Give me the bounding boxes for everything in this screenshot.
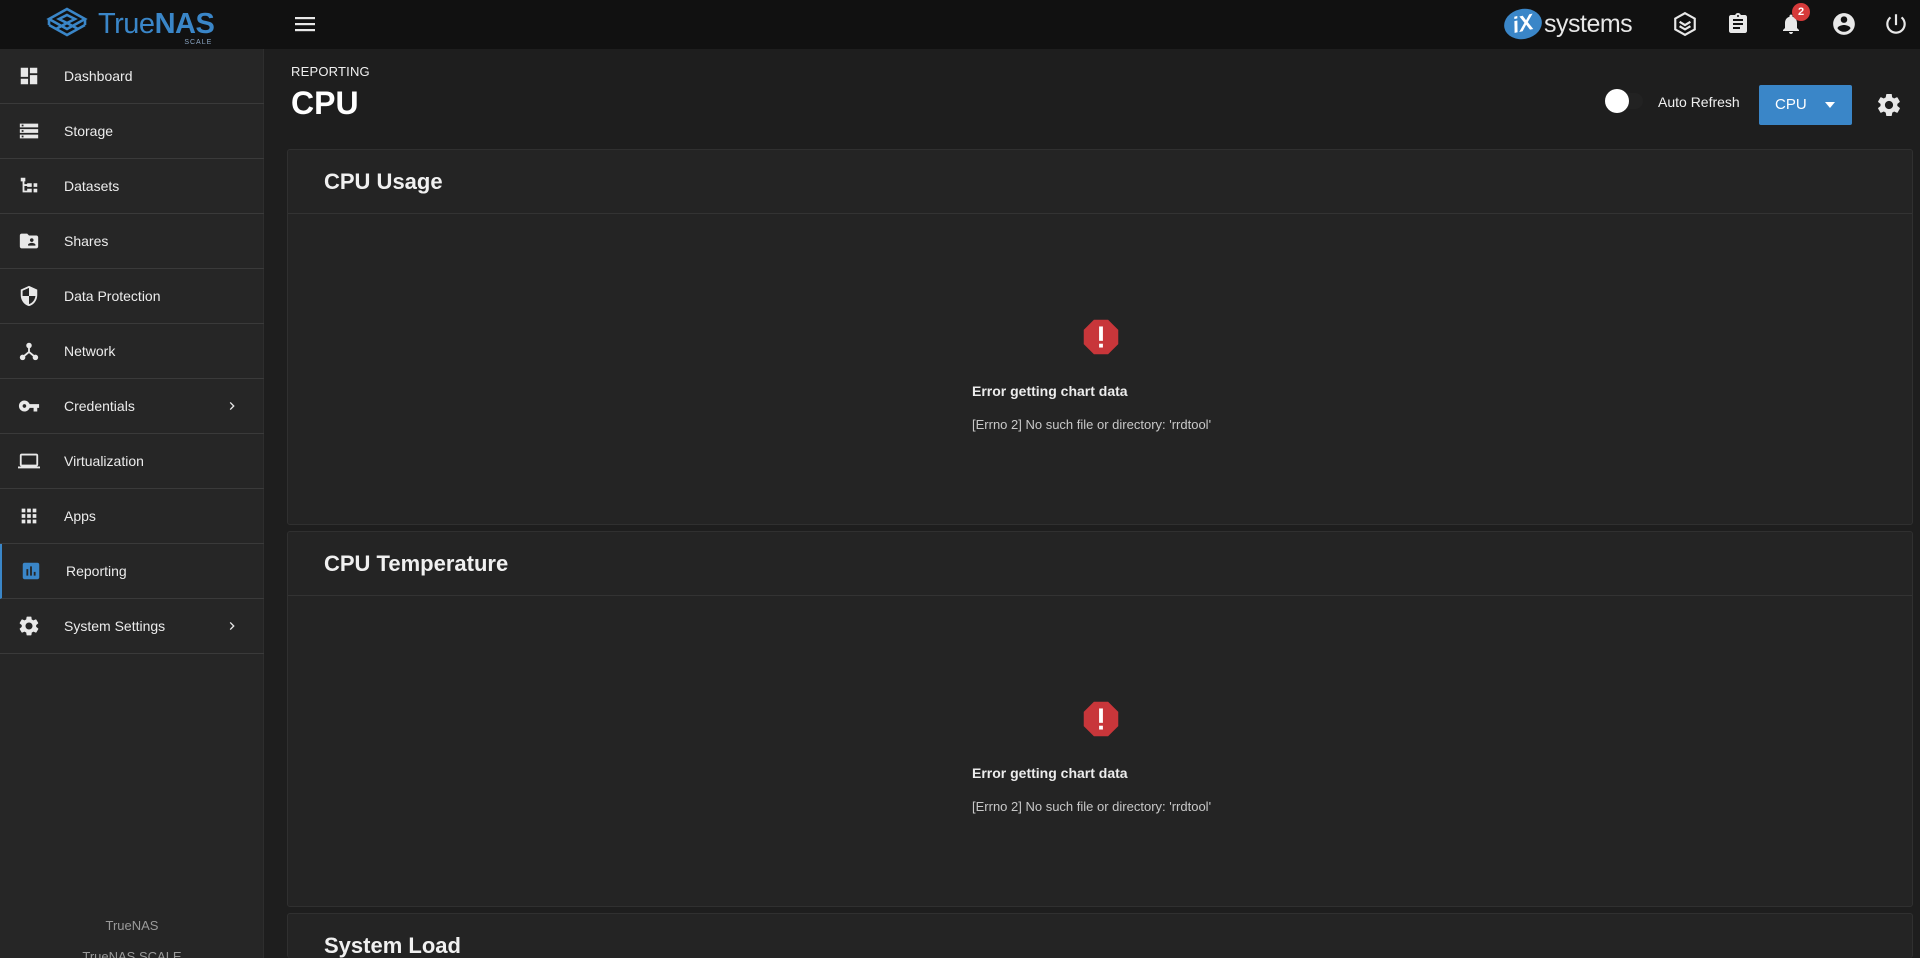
menu-icon — [295, 17, 315, 32]
card-divider — [288, 595, 1912, 596]
account-button[interactable] — [1829, 9, 1859, 39]
report-card-cpu-temperature: CPU Temperature Error getting chart data… — [287, 531, 1913, 907]
sidebar-item-label: Network — [64, 343, 116, 359]
sidebar: Dashboard Storage Datasets Shares Data P… — [0, 49, 264, 958]
truenas-logo-icon — [46, 7, 88, 37]
laptop-icon — [16, 448, 42, 474]
chevron-right-icon — [229, 402, 235, 410]
dashboard-icon — [16, 63, 42, 89]
sidebar-item-label: Datasets — [64, 178, 120, 194]
sidebar-item-dashboard[interactable]: Dashboard — [0, 49, 264, 104]
card-divider — [288, 213, 1912, 214]
sidebar-item-reporting[interactable]: Reporting — [0, 544, 264, 599]
gear-icon — [1878, 94, 1900, 116]
logo-text-true: True — [98, 8, 155, 40]
main-content: REPORTING CPU Auto Refresh CPU CPU Usage… — [265, 49, 1920, 958]
sidebar-item-label: Virtualization — [64, 453, 144, 469]
logo-text-nas: NAS — [154, 8, 215, 40]
jobs-button[interactable] — [1723, 9, 1753, 39]
sidebar-footer-version: TrueNAS SCALE — [82, 949, 182, 958]
power-button[interactable] — [1881, 9, 1911, 39]
shield-icon — [16, 283, 42, 309]
error-message: [Errno 2] No such file or directory: 'rr… — [972, 799, 1212, 814]
sidebar-item-label: Dashboard — [64, 68, 133, 84]
ixsystems-logo[interactable]: iX systems — [1501, 5, 1633, 43]
sidebar-item-apps[interactable]: Apps — [0, 489, 264, 544]
sidebar-footer-product: TrueNAS — [105, 918, 159, 933]
sidebar-item-storage[interactable]: Storage — [0, 104, 264, 159]
menu-toggle-button[interactable] — [290, 12, 320, 36]
report-settings-button[interactable] — [1875, 91, 1903, 119]
truecommand-button[interactable] — [1670, 9, 1700, 39]
card-title: CPU Usage — [324, 169, 443, 194]
report-type-select[interactable]: CPU — [1759, 85, 1852, 125]
apps-grid-icon — [16, 503, 42, 529]
report-card-system-load: System Load — [287, 913, 1913, 958]
account-circle-icon — [1833, 13, 1855, 35]
sidebar-item-network[interactable]: Network — [0, 324, 264, 379]
sidebar-item-shares[interactable]: Shares — [0, 214, 264, 269]
storage-icon — [16, 118, 42, 144]
error-octagon-icon — [1083, 319, 1119, 355]
sidebar-item-label: Storage — [64, 123, 114, 139]
error-title: Error getting chart data — [972, 765, 1128, 781]
sidebar-item-label: Apps — [64, 508, 96, 524]
breadcrumb[interactable]: REPORTING — [291, 64, 370, 79]
truecommand-icon — [1674, 11, 1696, 37]
caret-down-icon — [1825, 102, 1835, 108]
report-card-cpu-usage: CPU Usage Error getting chart data [Errn… — [287, 149, 1913, 525]
datasets-icon — [16, 173, 42, 199]
shares-icon — [16, 228, 42, 254]
error-title: Error getting chart data — [972, 383, 1128, 399]
sidebar-item-label: System Settings — [64, 618, 166, 634]
sidebar-item-datasets[interactable]: Datasets — [0, 159, 264, 214]
error-octagon-icon — [1083, 701, 1119, 737]
ix-text: systems — [1544, 9, 1633, 38]
bar-chart-icon — [18, 558, 44, 584]
report-type-value: CPU — [1775, 96, 1807, 113]
sidebar-item-system-settings[interactable]: System Settings — [0, 599, 264, 654]
notification-count-badge: 2 — [1792, 3, 1810, 21]
clipboard-icon — [1729, 13, 1747, 33]
toggle-knob — [1605, 89, 1629, 113]
auto-refresh-toggle[interactable] — [1605, 89, 1643, 113]
truenas-logo[interactable]: TrueNAS SCALE — [44, 3, 215, 46]
alerts-button[interactable]: 2 — [1776, 3, 1810, 39]
sidebar-item-virtualization[interactable]: Virtualization — [0, 434, 264, 489]
sidebar-item-credentials[interactable]: Credentials — [0, 379, 264, 434]
chevron-right-icon — [229, 622, 235, 630]
top-toolbar: TrueNAS SCALE iX systems 2 — [0, 0, 1920, 49]
error-message: [Errno 2] No such file or directory: 'rr… — [972, 417, 1212, 432]
auto-refresh-label: Auto Refresh — [1658, 94, 1740, 110]
sidebar-item-data-protection[interactable]: Data Protection — [0, 269, 264, 324]
logo-edition: SCALE — [184, 39, 213, 46]
sidebar-item-label: Data Protection — [64, 288, 161, 304]
sidebar-item-label: Reporting — [66, 563, 127, 579]
ix-badge: iX — [1501, 5, 1545, 43]
power-icon — [1886, 14, 1906, 34]
sidebar-item-label: Shares — [64, 233, 109, 249]
key-icon — [16, 393, 42, 419]
network-icon — [16, 338, 42, 364]
card-title: CPU Temperature — [324, 551, 509, 576]
page-title: CPU — [291, 85, 359, 121]
gear-icon — [16, 613, 42, 639]
sidebar-item-label: Credentials — [64, 398, 135, 414]
card-title: System Load — [324, 933, 461, 958]
